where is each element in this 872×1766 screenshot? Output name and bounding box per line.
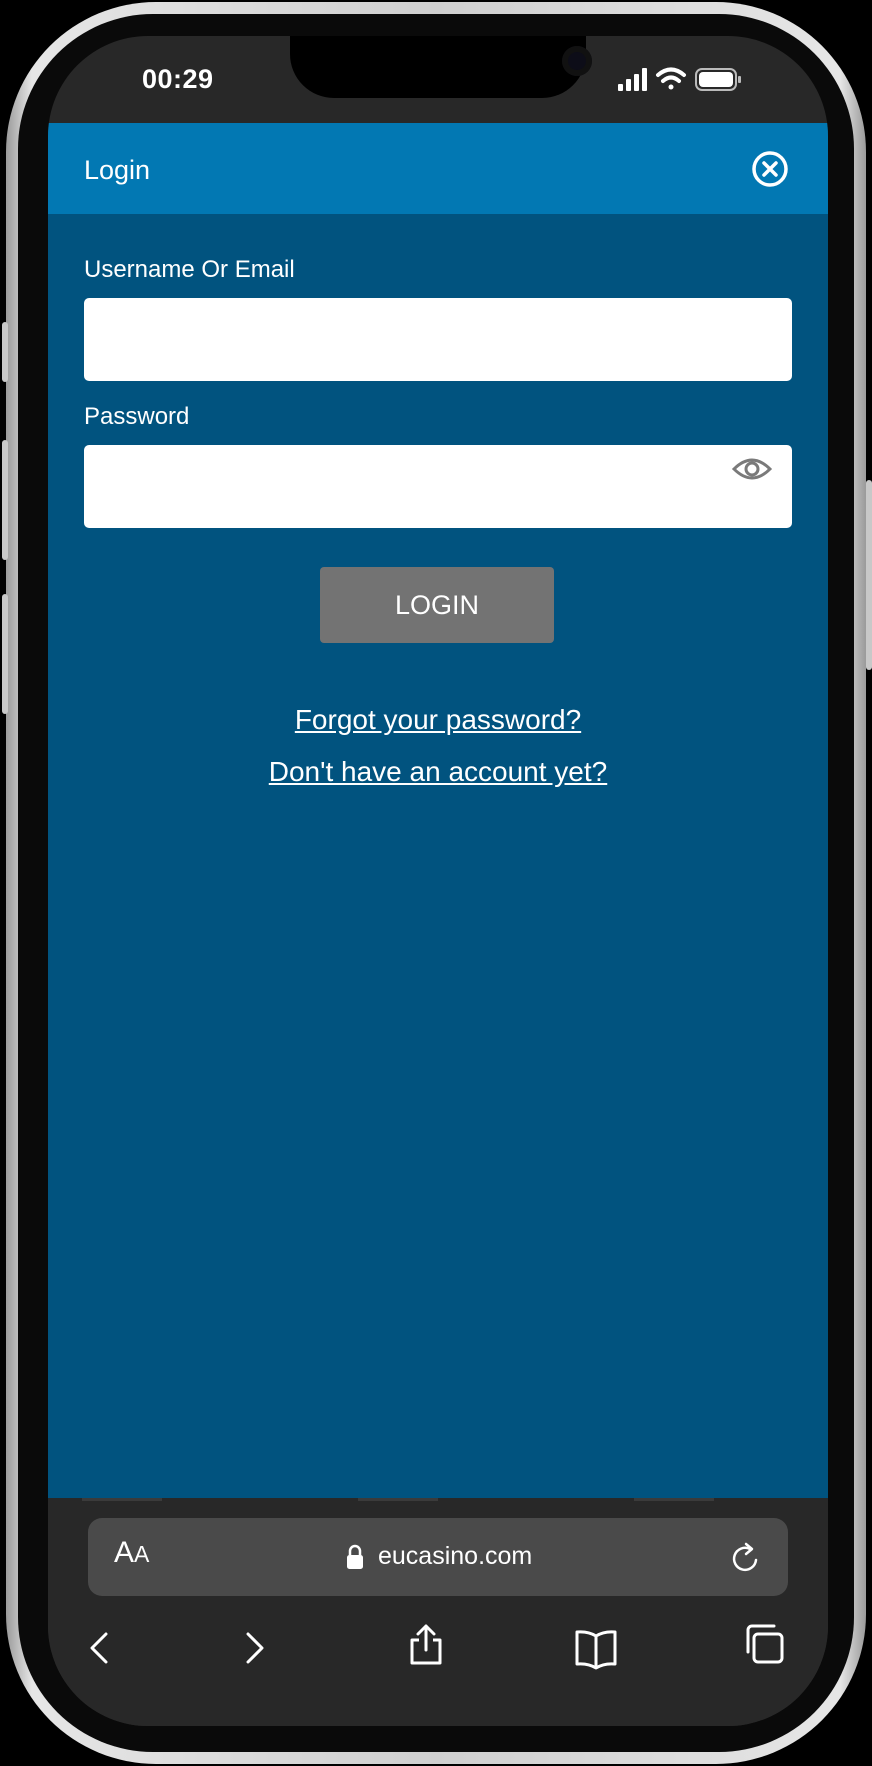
password-input[interactable] bbox=[84, 445, 792, 528]
aa-small: A bbox=[134, 1541, 150, 1567]
bookmarks-icon[interactable] bbox=[574, 1626, 618, 1670]
eye-icon bbox=[731, 458, 773, 480]
show-password-button[interactable] bbox=[731, 454, 773, 484]
browser-toolbar: AA eucasino.com bbox=[48, 1498, 828, 1726]
background-ghost bbox=[358, 1498, 438, 1501]
url-text: eucasino.com bbox=[378, 1542, 533, 1570]
side-button-volume-up bbox=[2, 440, 8, 560]
background-ghost bbox=[634, 1498, 714, 1501]
lock-icon bbox=[347, 1544, 363, 1569]
status-time: 00:29 bbox=[142, 64, 214, 94]
tabs-icon[interactable] bbox=[742, 1622, 786, 1666]
reader-settings-button[interactable]: AA bbox=[114, 1536, 149, 1570]
back-icon[interactable] bbox=[78, 1626, 122, 1670]
login-form: Username Or Email Password LOGIN Forgot … bbox=[48, 214, 828, 1498]
screen: 00:29 Login Username Or Email Password L… bbox=[48, 36, 828, 1726]
notch bbox=[290, 36, 592, 98]
close-circle-icon bbox=[752, 151, 788, 187]
background-ghost bbox=[82, 1498, 162, 1501]
forward-icon[interactable] bbox=[232, 1626, 276, 1670]
side-button-volume-down bbox=[2, 594, 8, 714]
aa-big: A bbox=[114, 1536, 135, 1569]
camera bbox=[562, 46, 592, 76]
forgot-password-link[interactable]: Forgot your password? bbox=[48, 704, 828, 736]
username-input[interactable] bbox=[84, 298, 792, 381]
reload-icon[interactable] bbox=[728, 1538, 764, 1576]
side-button-mute bbox=[2, 322, 8, 382]
login-header: Login bbox=[48, 123, 828, 214]
signup-link[interactable]: Don't have an account yet? bbox=[48, 756, 828, 788]
status-icons bbox=[618, 66, 768, 92]
share-icon[interactable] bbox=[404, 1622, 448, 1666]
side-button-power bbox=[866, 480, 872, 670]
wifi-icon bbox=[656, 67, 686, 90]
login-button[interactable]: LOGIN bbox=[320, 567, 554, 643]
signal-icon bbox=[618, 68, 647, 91]
address-bar[interactable]: AA eucasino.com bbox=[88, 1518, 788, 1596]
close-button[interactable] bbox=[750, 149, 790, 189]
battery-icon bbox=[695, 68, 741, 91]
password-label: Password bbox=[84, 403, 190, 430]
modal-title: Login bbox=[84, 155, 151, 185]
username-label: Username Or Email bbox=[84, 256, 295, 283]
